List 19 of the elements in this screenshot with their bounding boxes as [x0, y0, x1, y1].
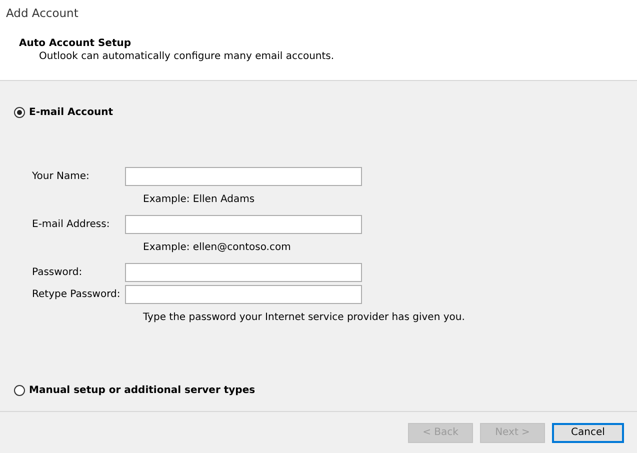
input-field[interactable] — [125, 263, 362, 282]
input-field[interactable] — [125, 167, 362, 186]
field-hint: Type the password your Internet service provider has given you. — [143, 312, 466, 324]
window-title: Add Account — [5, 5, 80, 22]
input-field[interactable] — [125, 215, 362, 234]
field-label: Password: — [32, 267, 84, 278]
field-label: Your Name: — [32, 171, 90, 182]
field-hint: Example: Ellen Adams — [143, 194, 256, 206]
cancel-button[interactable]: Cancel — [552, 422, 624, 442]
header-subtitle: Outlook can automatically configure many email accounts. — [39, 51, 336, 62]
header-title: Auto Account Setup — [19, 38, 132, 49]
field-label: Retype Password: — [32, 289, 122, 300]
radio-option[interactable]: E-mail Account — [14, 107, 637, 118]
field-hint: Example: ellen@contoso.com — [143, 242, 292, 254]
field-label: E-mail Address: — [32, 219, 111, 230]
option-label: E-mail Account — [29, 107, 113, 118]
radio-option[interactable]: Manual setup or additional server types — [14, 385, 637, 396]
option-label: Manual setup or additional server types — [29, 385, 256, 396]
input-field[interactable] — [125, 285, 362, 304]
